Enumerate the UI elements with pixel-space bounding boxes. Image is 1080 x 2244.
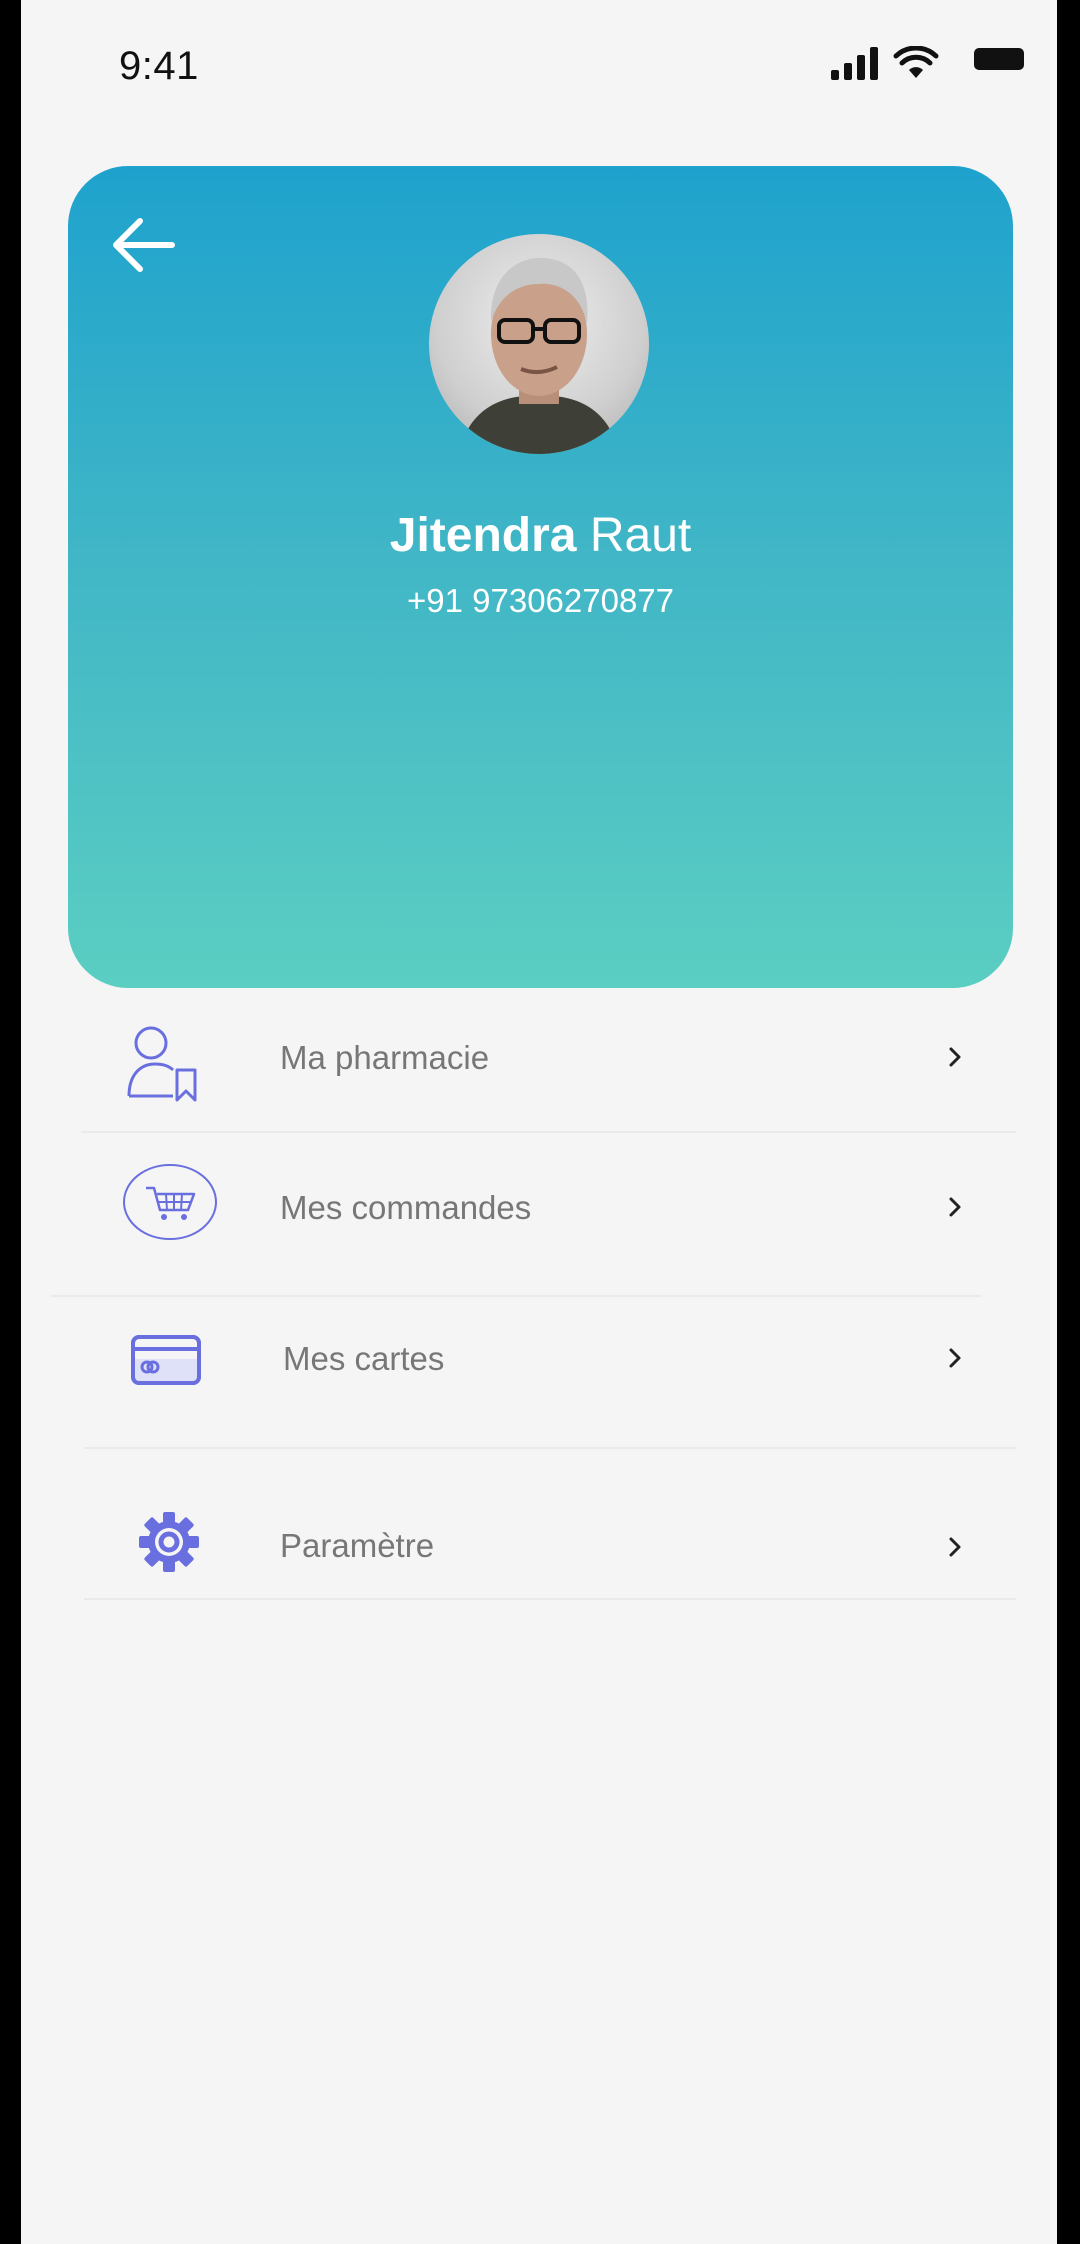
user-bookmark-icon — [127, 1026, 197, 1102]
menu-item-mes-cartes[interactable]: Mes cartes — [21, 1289, 1057, 1429]
divider — [81, 1131, 1016, 1133]
divider — [84, 1598, 1016, 1600]
status-time: 9:41 — [119, 44, 199, 88]
chevron-right-icon — [949, 1047, 961, 1067]
profile-phone: +91 97306270877 — [406, 582, 675, 619]
menu-item-label: Ma pharmacie — [280, 1039, 490, 1076]
profile-name: Jitendra Raut — [68, 506, 1013, 566]
profile-first-name: Jitendra — [389, 509, 577, 562]
chevron-right-icon — [949, 1197, 961, 1217]
credit-card-icon — [131, 1335, 201, 1385]
menu-item-ma-pharmacie[interactable]: Ma pharmacie — [21, 988, 1057, 1128]
profile-screen: 9:41 Jitendra Raut +91 97306270877 Ma ph… — [21, 0, 1057, 2244]
menu-item-mes-commandes[interactable]: Mes commandes — [21, 1138, 1057, 1278]
menu-item-parametre[interactable]: Paramètre — [21, 1458, 1057, 1598]
wifi-icon — [893, 46, 939, 78]
battery-icon — [974, 48, 1024, 70]
profile-header-card: Jitendra Raut +91 97306270877 — [68, 166, 1013, 988]
menu-item-label: Mes commandes — [280, 1189, 532, 1226]
profile-last-name: Raut — [589, 509, 692, 562]
avatar[interactable] — [429, 234, 649, 454]
menu-item-label: Paramètre — [280, 1527, 435, 1564]
menu-item-label: Mes cartes — [283, 1340, 445, 1377]
profile-photo — [459, 257, 619, 454]
shopping-cart-icon — [123, 1164, 217, 1240]
status-icons — [831, 46, 1031, 86]
back-arrow-icon[interactable] — [108, 214, 178, 276]
signal-icon — [831, 47, 878, 80]
chevron-right-icon — [949, 1537, 961, 1557]
divider — [84, 1447, 1016, 1449]
chevron-right-icon — [949, 1348, 961, 1368]
gear-icon — [139, 1512, 199, 1572]
